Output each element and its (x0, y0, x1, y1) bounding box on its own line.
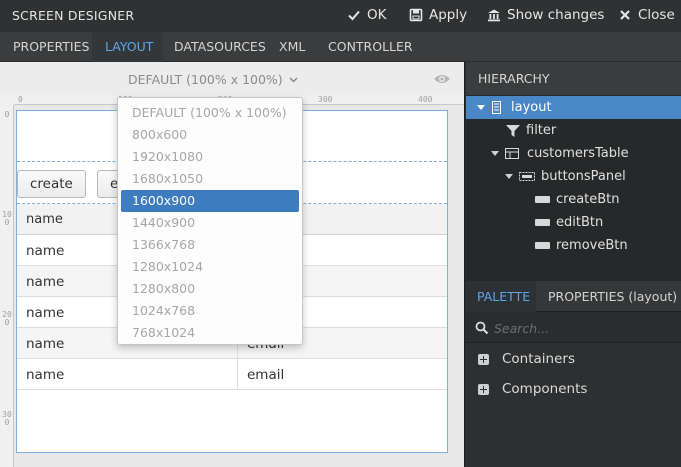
resolution-option[interactable]: 800x600 (121, 124, 299, 146)
tab-layout[interactable]: LAYOUT (105, 39, 153, 54)
tree-item-label: filter (526, 123, 557, 138)
hierarchy-tree: layout filter customersTable buttonsPane… (466, 95, 681, 282)
tree-item-label: removeBtn (556, 238, 628, 253)
chevron-down-icon (289, 76, 298, 83)
ruler-label: 300 (2, 410, 12, 427)
tree-item-label: layout (511, 100, 552, 115)
tree-item-label: customersTable (527, 146, 629, 161)
app-title: SCREEN DESIGNER (12, 8, 135, 23)
palette-group-label: Components (502, 381, 588, 397)
ruler-label: 0 (18, 95, 23, 104)
eye-icon[interactable] (433, 73, 451, 85)
expand-arrow-icon[interactable] (477, 105, 485, 110)
button-icon (535, 196, 550, 203)
panel-icon (519, 172, 535, 181)
table-cell: name (26, 304, 65, 321)
vertical-ruler: 0 100 200 300 (0, 105, 14, 467)
palette-search (466, 312, 681, 343)
check-icon (348, 10, 360, 21)
table-row[interactable]: name email (17, 359, 447, 390)
ok-label: OK (367, 7, 387, 23)
ruler-label: 200 (2, 310, 12, 327)
ruler-label: 400 (418, 95, 433, 104)
resolution-option[interactable]: 1280x1024 (121, 256, 299, 278)
resolution-select[interactable]: DEFAULT (100% x 100%) (128, 72, 298, 87)
tab-controller[interactable]: CONTROLLER (328, 39, 413, 54)
table-cell: name (26, 335, 65, 352)
palette-group-components[interactable]: Components (466, 375, 681, 403)
tab-layout-properties[interactable]: PROPERTIES (layout) (548, 289, 677, 304)
save-icon (409, 8, 423, 22)
filter-icon (506, 125, 520, 137)
palette-tab-bar: PALETTE PROPERTIES (layout) (466, 281, 681, 312)
palette-group-containers[interactable]: Containers (466, 345, 681, 373)
tree-item-label: editBtn (556, 215, 604, 230)
palette-group-label: Containers (502, 351, 576, 367)
tab-xml[interactable]: XML (279, 39, 305, 54)
tab-properties[interactable]: PROPERTIES (13, 39, 89, 54)
search-icon (475, 321, 489, 335)
tree-item-customers-table[interactable]: customersTable (466, 142, 681, 165)
table-cell: name (26, 366, 65, 383)
bank-icon (488, 9, 500, 22)
resolution-value: DEFAULT (100% x 100%) (128, 72, 283, 87)
show-changes-button[interactable]: Show changes (487, 7, 604, 23)
table-icon (505, 148, 519, 159)
apply-label: Apply (429, 7, 468, 23)
ruler-label: 300 (318, 95, 333, 104)
table-cell: name (26, 273, 65, 290)
close-label: Close (638, 7, 675, 23)
resolution-option[interactable]: 1366x768 (121, 234, 299, 256)
resolution-option-selected[interactable]: 1600x900 (121, 190, 299, 212)
column-header-name[interactable]: name (17, 204, 63, 235)
close-icon (620, 10, 630, 20)
tab-datasources[interactable]: DATASOURCES (174, 39, 266, 54)
resolution-option[interactable]: 1024x768 (121, 300, 299, 322)
right-panel: HIERARCHY layout filter customersTable b… (466, 62, 681, 467)
tree-item-edit-btn[interactable]: editBtn (466, 211, 681, 234)
tree-item-create-btn[interactable]: createBtn (466, 188, 681, 211)
resolution-option[interactable]: 768x1024 (121, 322, 299, 344)
tree-item-label: buttonsPanel (541, 169, 626, 184)
tree-item-buttons-panel[interactable]: buttonsPanel (466, 165, 681, 188)
tab-palette[interactable]: PALETTE (477, 289, 530, 304)
button-icon (535, 242, 550, 249)
title-bar: SCREEN DESIGNER OK Apply Show changes Cl… (0, 0, 681, 32)
tree-item-remove-btn[interactable]: removeBtn (466, 234, 681, 257)
create-button[interactable]: create (17, 170, 86, 198)
plus-icon (478, 353, 489, 365)
plus-icon (478, 383, 489, 395)
ruler-label: 100 (2, 210, 12, 227)
ruler-label: 0 (4, 110, 10, 119)
tree-item-layout[interactable]: layout (466, 96, 681, 119)
tree-item-label: createBtn (556, 192, 620, 207)
resolution-option[interactable]: 1680x1050 (121, 168, 299, 190)
button-icon (535, 219, 550, 226)
apply-button[interactable]: Apply (409, 7, 467, 23)
show-changes-label: Show changes (507, 7, 605, 23)
resolution-dropdown: DEFAULT (100% x 100%) 800x600 1920x1080 … (117, 97, 303, 345)
expand-arrow-icon[interactable] (491, 151, 499, 156)
resolution-option[interactable]: 1920x1080 (121, 146, 299, 168)
expand-arrow-icon[interactable] (505, 174, 513, 179)
resolution-option[interactable]: DEFAULT (100% x 100%) (121, 102, 299, 124)
close-button[interactable]: Close (618, 7, 675, 23)
ok-button[interactable]: OK (347, 7, 386, 23)
layout-icon (492, 101, 501, 114)
resolution-option[interactable]: 1280x800 (121, 278, 299, 300)
hierarchy-header: HIERARCHY (466, 62, 681, 95)
resolution-option[interactable]: 1440x900 (121, 212, 299, 234)
resolution-bar: DEFAULT (100% x 100%) (0, 62, 464, 95)
table-cell: name (26, 242, 65, 259)
tree-item-filter[interactable]: filter (466, 119, 681, 142)
table-cell: email (237, 359, 284, 390)
search-input[interactable] (494, 318, 674, 338)
